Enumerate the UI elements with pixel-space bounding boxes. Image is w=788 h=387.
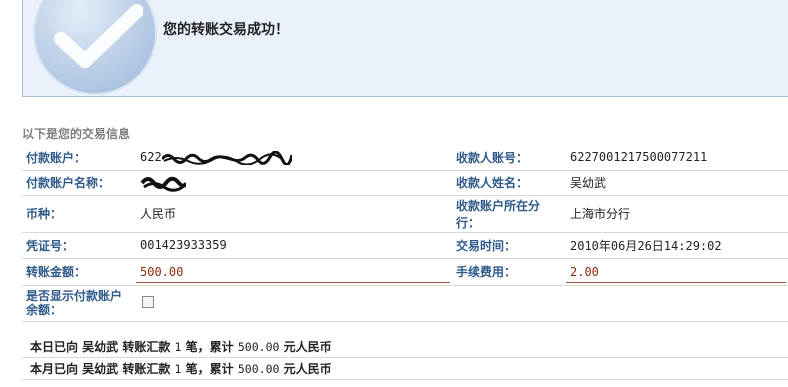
table-row: 付款账户名称： 收款人姓名： 吴幼武 xyxy=(22,170,788,196)
voucher-label: 凭证号： xyxy=(22,232,132,259)
success-banner: 您的转账交易成功！ xyxy=(22,0,788,97)
summary-today: 本日已向 吴幼武 转账汇款 1 笔，累计 500.00 元人民币 xyxy=(22,336,788,358)
section-title: 以下是您的交易信息 xyxy=(22,127,131,141)
table-row: 转账金额： 500.00 手续费用： 2.00 xyxy=(22,258,788,286)
currency-value: 人民币 xyxy=(132,195,452,233)
payee-branch-value: 上海市分行 xyxy=(562,195,788,233)
payer-account-label: 付款账户： xyxy=(22,145,132,171)
show-balance-label: 是否显示付款账户余额： xyxy=(22,285,132,322)
amount-label: 转账金额： xyxy=(22,258,132,286)
payee-account-value: 6227001217500077211 xyxy=(562,145,788,171)
transaction-info-table: 付款账户： 622 收款人账号： 6227001217500077211 付款账… xyxy=(22,145,788,322)
fee-cell: 2.00 xyxy=(562,258,788,286)
payer-name-value xyxy=(132,170,452,196)
table-row: 币种： 人民币 收款账户所在分行： 上海市分行 xyxy=(22,195,788,233)
payer-name-label: 付款账户名称： xyxy=(22,170,132,196)
success-checkmark-icon xyxy=(33,0,157,95)
redacted-scribble-icon xyxy=(140,176,186,192)
payee-name-value: 吴幼武 xyxy=(562,170,788,196)
show-balance-checkbox[interactable] xyxy=(142,295,154,308)
show-balance-cell xyxy=(132,285,452,322)
table-row: 付款账户： 622 收款人账号： 6227001217500077211 xyxy=(22,145,788,171)
table-row: 凭证号： 001423933359 交易时间： 2010年06月26日14:29… xyxy=(22,232,788,259)
currency-label: 币种： xyxy=(22,195,132,233)
payee-account-label: 收款人账号： xyxy=(452,145,562,171)
redacted-scribble-icon xyxy=(161,150,292,165)
time-label: 交易时间： xyxy=(452,232,562,259)
amount-cell: 500.00 xyxy=(132,258,452,286)
voucher-value: 001423933359 xyxy=(132,232,452,259)
amount-value: 500.00 xyxy=(136,261,450,283)
fee-label: 手续费用： xyxy=(452,258,562,286)
payer-account-value: 622 xyxy=(132,145,452,171)
success-message: 您的转账交易成功！ xyxy=(163,22,289,38)
summary-month: 本月已向 吴幼武 转账汇款 1 笔，累计 500.00 元人民币 xyxy=(22,358,788,380)
payee-name-label: 收款人姓名： xyxy=(452,170,562,196)
table-row: 是否显示付款账户余额： xyxy=(22,285,788,322)
fee-value: 2.00 xyxy=(566,261,786,283)
payee-branch-label: 收款账户所在分行： xyxy=(452,195,562,233)
time-value: 2010年06月26日14:29:02 xyxy=(562,232,788,259)
